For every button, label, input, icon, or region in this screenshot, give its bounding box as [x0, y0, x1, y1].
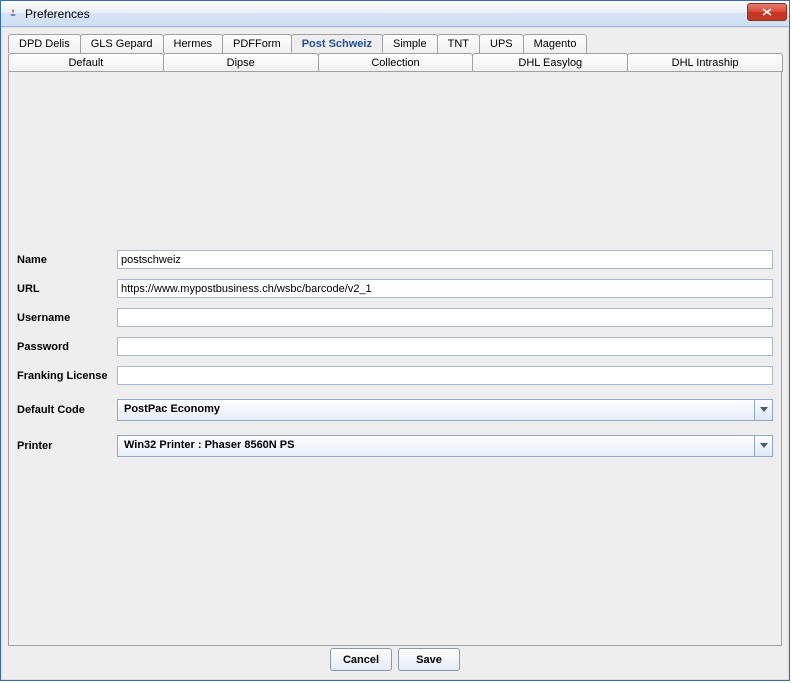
printer-label: Printer [17, 440, 117, 452]
username-input[interactable] [117, 308, 773, 327]
java-icon [5, 6, 21, 22]
url-input[interactable] [117, 279, 773, 298]
printer-select[interactable]: Win32 Printer : Phaser 8560N PS [117, 435, 773, 457]
client-area: DPD Delis GLS Gepard Hermes PDFForm Post… [1, 27, 789, 680]
tab-collection[interactable]: Collection [318, 53, 474, 72]
tab-row-1: DPD Delis GLS Gepard Hermes PDFForm Post… [8, 34, 782, 53]
tab-gls-gepard[interactable]: GLS Gepard [80, 34, 164, 53]
form: Name URL Username Password [17, 250, 773, 467]
save-button[interactable]: Save [398, 648, 460, 671]
tab-tnt[interactable]: TNT [437, 34, 480, 53]
preferences-window: Preferences DPD Delis GLS Gepard Hermes … [0, 0, 790, 681]
chevron-down-icon[interactable] [754, 400, 772, 420]
name-label: Name [17, 254, 117, 266]
franking-license-label: Franking License [17, 370, 117, 382]
tab-ups[interactable]: UPS [479, 34, 524, 53]
default-code-select[interactable]: PostPac Economy [117, 399, 773, 421]
tab-default[interactable]: Default [8, 53, 164, 72]
password-input[interactable] [117, 337, 773, 356]
printer-value: Win32 Printer : Phaser 8560N PS [118, 436, 754, 456]
franking-license-input[interactable] [117, 366, 773, 385]
tab-dipse[interactable]: Dipse [163, 53, 319, 72]
password-label: Password [17, 341, 117, 353]
tab-magento[interactable]: Magento [523, 34, 588, 53]
close-button[interactable] [747, 3, 787, 21]
tab-dhl-easylog[interactable]: DHL Easylog [472, 53, 628, 72]
tab-dpd-delis[interactable]: DPD Delis [8, 34, 81, 53]
tab-row-2: Default Dipse Collection DHL Easylog DHL… [8, 53, 782, 72]
tab-panel: Name URL Username Password [8, 71, 782, 646]
tab-pdfform[interactable]: PDFForm [222, 34, 292, 53]
username-label: Username [17, 312, 117, 324]
tab-post-schweiz[interactable]: Post Schweiz [291, 34, 383, 53]
default-code-label: Default Code [17, 404, 117, 416]
default-code-value: PostPac Economy [118, 400, 754, 420]
button-bar: Cancel Save [2, 648, 788, 671]
tab-simple[interactable]: Simple [382, 34, 438, 53]
window-title: Preferences [25, 7, 90, 21]
titlebar: Preferences [1, 1, 789, 27]
tab-hermes[interactable]: Hermes [163, 34, 224, 53]
chevron-down-icon[interactable] [754, 436, 772, 456]
name-input[interactable] [117, 250, 773, 269]
tabs: DPD Delis GLS Gepard Hermes PDFForm Post… [8, 34, 782, 646]
tab-dhl-intraship[interactable]: DHL Intraship [627, 53, 783, 72]
cancel-button[interactable]: Cancel [330, 648, 392, 671]
url-label: URL [17, 283, 117, 295]
